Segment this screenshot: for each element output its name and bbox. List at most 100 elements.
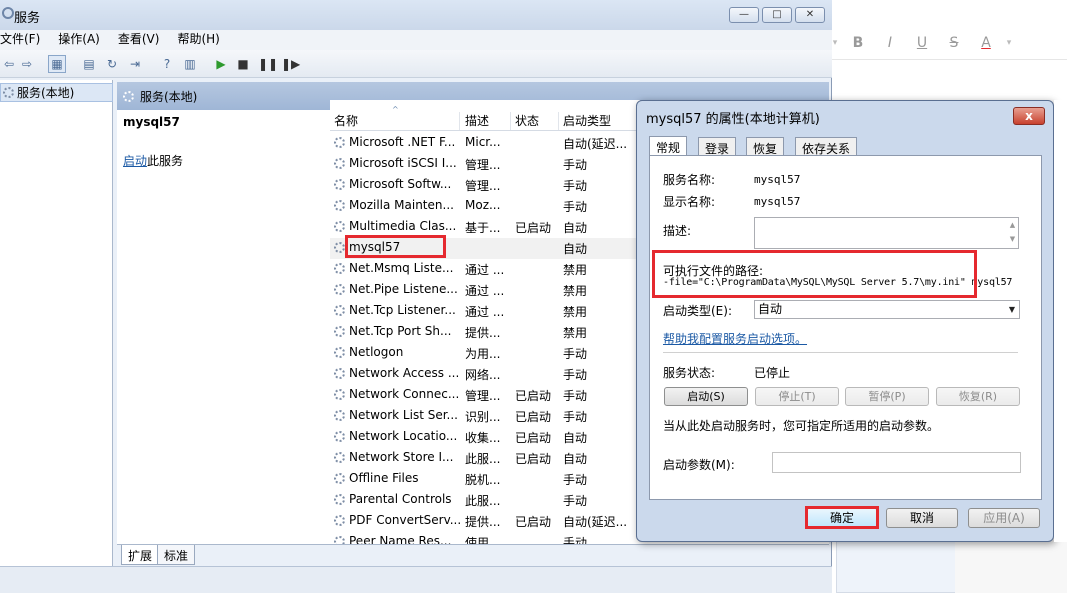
tab-dependencies[interactable]: 依存关系	[795, 137, 858, 156]
divider	[663, 352, 1018, 353]
show-tree-icon[interactable]: ▦	[48, 55, 66, 73]
refresh-icon[interactable]: ↻	[103, 55, 121, 73]
column-starttype[interactable]: 启动类型	[559, 112, 640, 130]
stop-button[interactable]: 停止(T)	[755, 387, 839, 406]
service-status: 已启动	[515, 515, 552, 529]
service-row[interactable]: Microsoft iSCSI I... 管理... 手动	[330, 154, 640, 175]
service-row[interactable]: Net.Pipe Listene... 通过 ... 禁用	[330, 280, 640, 301]
starttype-select[interactable]: 自动	[754, 300, 1020, 319]
service-status: 已启动	[515, 452, 552, 466]
service-row[interactable]: Net.Msmq Liste... 通过 ... 禁用	[330, 259, 640, 280]
service-row[interactable]: Network Locatio... 收集... 已启动 自动	[330, 427, 640, 448]
service-starttype: 自动	[563, 242, 588, 256]
editor-format-toolbar: ▾ B I U S A ▾	[828, 26, 1067, 60]
service-starttype: 自动	[563, 221, 588, 235]
start-button[interactable]: 启动(S)	[664, 387, 748, 406]
service-row[interactable]: Mozilla Mainten... Moz... 手动	[330, 196, 640, 217]
background-strip	[1054, 100, 1067, 542]
underline-button[interactable]: U	[906, 35, 938, 51]
console-icon[interactable]: ▥	[181, 55, 199, 73]
service-row[interactable]: Microsoft Softw... 管理... 手动	[330, 175, 640, 196]
service-desc: 管理...	[465, 158, 501, 172]
close-button[interactable]: ✕	[795, 7, 825, 23]
service-name-cell: Offline Files	[334, 471, 460, 485]
export-icon[interactable]: ⇥	[126, 55, 144, 73]
tab-logon[interactable]: 登录	[698, 137, 737, 156]
pause-icon[interactable]: ❚❚	[257, 55, 278, 73]
service-row[interactable]: Network Access ... 网络... 手动	[330, 364, 640, 385]
service-name: Net.Pipe Listene...	[349, 282, 458, 296]
service-desc: 识别...	[465, 410, 501, 424]
tab-standard[interactable]: 标准	[157, 545, 196, 565]
service-name-cell: Network List Ser...	[334, 408, 460, 422]
maximize-button[interactable]: □	[762, 7, 792, 23]
help-icon[interactable]: ?	[158, 55, 176, 73]
service-starttype: 手动	[563, 368, 588, 382]
description-scrollbar[interactable]: ▲ ▼	[1007, 218, 1018, 248]
service-row[interactable]: Parental Controls 此服... 手动	[330, 490, 640, 511]
minimize-button[interactable]: —	[729, 7, 759, 23]
window-title: 服务	[14, 11, 41, 26]
service-row[interactable]: Offline Files 脱机... 手动	[330, 469, 640, 490]
service-row[interactable]: Network List Ser... 识别... 已启动 手动	[330, 406, 640, 427]
service-row[interactable]: Microsoft .NET F... Micr... 自动(延迟...	[330, 133, 640, 154]
chevron-down-icon[interactable]: ▾	[1002, 38, 1016, 48]
service-name-cell: Network Access ...	[334, 366, 460, 380]
dialog-close-button[interactable]: x	[1013, 107, 1045, 125]
service-name: Microsoft iSCSI I...	[349, 156, 457, 170]
list-header: ^ 名称 描述 状态 启动类型	[330, 105, 640, 131]
service-row[interactable]: Network Connec... 管理... 已启动 手动	[330, 385, 640, 406]
service-row[interactable]: Netlogon 为用... 手动	[330, 343, 640, 364]
column-desc[interactable]: 描述	[461, 112, 511, 130]
column-name[interactable]: 名称	[330, 112, 460, 130]
service-status: 已启动	[515, 221, 552, 235]
menu-action[interactable]: 操作(A)	[58, 30, 108, 50]
stop-icon[interactable]: ■	[234, 55, 252, 73]
back-icon[interactable]: ⇦	[0, 55, 18, 73]
tree-panel: 服务(本地)	[0, 80, 113, 593]
play-icon[interactable]: ▶	[212, 55, 230, 73]
gear-icon	[334, 262, 345, 274]
italic-button[interactable]: I	[874, 35, 906, 51]
tab-recovery[interactable]: 恢复	[746, 137, 785, 156]
service-row[interactable]: PDF ConvertServ... 提供... 已启动 自动(延迟...	[330, 511, 640, 532]
gear-icon	[334, 136, 345, 148]
tree-item-label: 服务(本地)	[17, 86, 75, 100]
menu-file[interactable]: 文件(F)	[0, 30, 48, 50]
bold-button[interactable]: B	[842, 35, 874, 51]
tab-general[interactable]: 常规	[649, 136, 688, 156]
font-color-button[interactable]: A	[970, 35, 1002, 51]
service-desc: Moz...	[465, 198, 501, 212]
gear-icon	[334, 409, 345, 421]
gear-icon	[334, 514, 345, 526]
apply-button[interactable]: 应用(A)	[968, 508, 1040, 528]
start-param-input[interactable]	[772, 452, 1021, 473]
service-starttype: 禁用	[563, 326, 588, 340]
service-row[interactable]: Net.Tcp Port Sh... 提供... 禁用	[330, 322, 640, 343]
pause-button[interactable]: 暂停(P)	[845, 387, 929, 406]
service-desc: Micr...	[465, 135, 501, 149]
service-row[interactable]: Net.Tcp Listener... 通过 ... 禁用	[330, 301, 640, 322]
menu-view[interactable]: 查看(V)	[118, 30, 168, 50]
service-name-cell: PDF ConvertServ...	[334, 513, 460, 527]
cancel-button[interactable]: 取消	[886, 508, 958, 528]
gear-icon	[3, 87, 14, 98]
help-configure-link[interactable]: 帮助我配置服务启动选项。	[663, 330, 807, 347]
start-service-link[interactable]: 启动	[123, 154, 147, 168]
service-name: Network List Ser...	[349, 408, 458, 422]
resume-button[interactable]: 恢复(R)	[936, 387, 1020, 406]
strikethrough-button[interactable]: S	[938, 35, 970, 51]
tree-item-services-local[interactable]: 服务(本地)	[0, 83, 113, 102]
properties-icon[interactable]: ▤	[80, 55, 98, 73]
tab-extended[interactable]: 扩展	[121, 545, 160, 565]
menu-help[interactable]: 帮助(H)	[177, 30, 227, 50]
service-name: Microsoft Softw...	[349, 177, 452, 191]
service-desc: 管理...	[465, 179, 501, 193]
service-row[interactable]: Network Store I... 此服... 已启动 自动	[330, 448, 640, 469]
forward-icon[interactable]: ⇨	[18, 55, 36, 73]
chevron-down-icon[interactable]: ▼	[1005, 301, 1019, 318]
service-starttype: 禁用	[563, 284, 588, 298]
restart-icon[interactable]: ❚▶	[280, 55, 300, 73]
column-status[interactable]: 状态	[511, 112, 559, 130]
description-box[interactable]	[754, 217, 1019, 249]
